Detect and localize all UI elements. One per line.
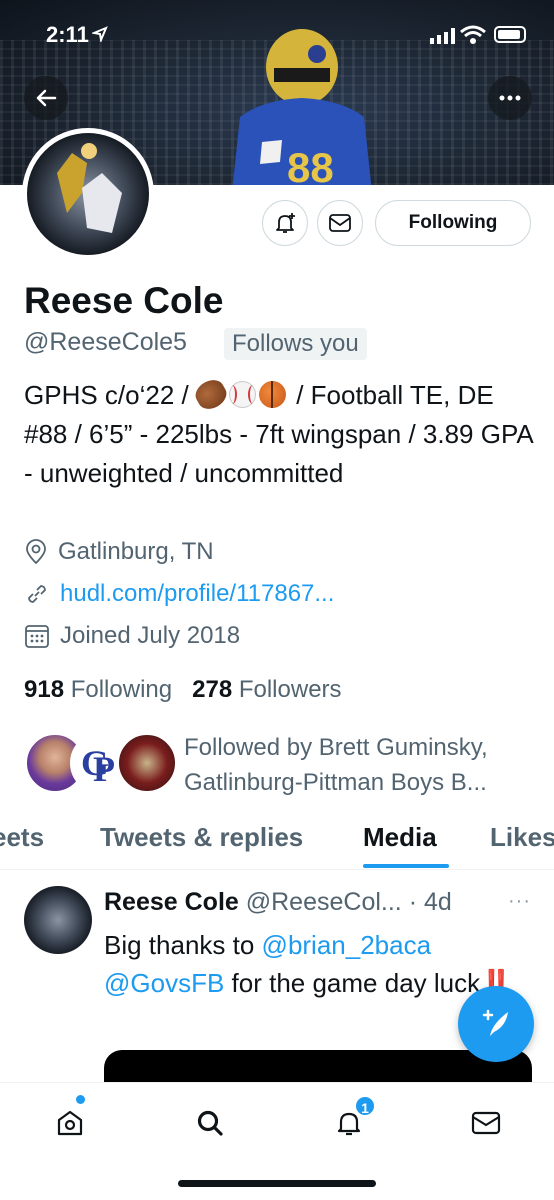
followers-count-link[interactable]: 278 Followers <box>192 676 341 703</box>
followers-count: 278 <box>192 676 233 703</box>
football-emoji <box>191 375 231 414</box>
mutual-followers-avatars[interactable]: G P <box>24 732 178 794</box>
profile-avatar[interactable] <box>22 128 154 260</box>
following-button[interactable]: Following <box>375 200 531 246</box>
link-icon <box>28 585 46 603</box>
compose-tweet-button[interactable] <box>458 986 534 1062</box>
basketball-emoji <box>258 381 286 408</box>
battery-icon <box>494 26 526 43</box>
mention-link[interactable]: @brian_2baca <box>262 930 432 960</box>
profile-name: Reese Cole <box>24 280 224 321</box>
location-icon <box>26 539 46 565</box>
avatar-image <box>57 143 122 233</box>
compose-icon <box>482 1009 508 1036</box>
message-button[interactable] <box>317 200 363 246</box>
bio-text-mid: / Football TE, <box>288 380 451 410</box>
tab-media[interactable]: Media <box>363 822 437 853</box>
home-indicator <box>178 1180 376 1187</box>
more-icon <box>499 95 521 101</box>
tweet-avatar[interactable] <box>24 886 92 954</box>
tweet-text-start: Big thanks to <box>104 930 262 960</box>
bio-text-start: GPHS c/o‘22 / <box>24 380 196 410</box>
svg-text:P: P <box>93 749 115 789</box>
following-count-link[interactable]: 918 Following <box>24 676 172 703</box>
location-text: Gatlinburg, TN <box>58 538 214 565</box>
nav-search[interactable] <box>188 1101 232 1145</box>
search-icon <box>197 1110 223 1136</box>
notification-count-badge: 1 <box>354 1095 376 1117</box>
home-icon <box>57 1110 83 1136</box>
followed-by-text[interactable]: Followed by Brett Guminsky, Gatlinburg-P… <box>184 730 534 800</box>
follow-counts: 918 Following 278 Followers <box>24 676 342 704</box>
tweet-handle-time: @ReeseCol... · 4d <box>245 888 452 916</box>
calendar-icon <box>25 625 49 648</box>
tweet-text: Big thanks to @brian_2baca @GovsFB for t… <box>104 926 524 1002</box>
following-count: 918 <box>24 676 65 703</box>
tweet-author-name[interactable]: Reese Cole <box>104 888 239 916</box>
status-bar: 2:11 <box>0 0 554 70</box>
profile-location: Gatlinburg, TN <box>24 538 214 566</box>
profile-link[interactable]: hudl.com/profile/117867... <box>24 580 334 608</box>
notifications-button[interactable] <box>262 200 308 246</box>
tab-tweets[interactable]: eets <box>0 822 44 853</box>
following-label: Following <box>70 676 173 703</box>
status-time: 2:11 <box>46 22 89 47</box>
home-unread-dot <box>76 1095 85 1104</box>
joined-text: Joined July 2018 <box>60 622 241 649</box>
mail-icon <box>329 214 351 232</box>
link-text[interactable]: hudl.com/profile/117867... <box>60 580 334 608</box>
tab-likes[interactable]: Likes <box>490 822 554 853</box>
baseball-emoji <box>228 381 256 408</box>
more-button[interactable] <box>488 76 532 120</box>
nav-home[interactable] <box>48 1101 92 1145</box>
profile-joined: Joined July 2018 <box>24 622 240 650</box>
profile-handle: @ReeseCole5 <box>24 328 187 356</box>
back-arrow-icon <box>36 89 57 107</box>
followers-label: Followers <box>238 676 342 703</box>
active-tab-indicator <box>363 864 449 868</box>
follows-you-badge: Follows you <box>224 328 367 360</box>
svg-text:88: 88 <box>287 144 334 185</box>
nav-messages[interactable] <box>464 1101 508 1145</box>
back-button[interactable] <box>24 76 68 120</box>
mention-link[interactable]: @GovsFB <box>104 968 224 998</box>
tab-tweets-replies[interactable]: Tweets & replies <box>100 822 303 853</box>
profile-bio: GPHS c/o‘22 / / Football TE, DE #88 / 6’… <box>24 375 534 493</box>
profile-tabs: eets Tweets & replies Media Likes <box>0 814 554 870</box>
tweet-text-end: for the game day luck <box>224 968 481 998</box>
messages-icon <box>471 1111 501 1135</box>
location-arrow-icon <box>92 26 108 42</box>
wifi-icon <box>460 25 486 44</box>
signal-icon <box>430 28 455 44</box>
mutual-follower-avatar <box>116 732 178 794</box>
add-notification-icon <box>276 213 295 233</box>
tweet-header: Reese Cole @ReeseCol... · 4d <box>104 888 452 917</box>
tweet-more-button[interactable]: ··· <box>508 890 531 913</box>
